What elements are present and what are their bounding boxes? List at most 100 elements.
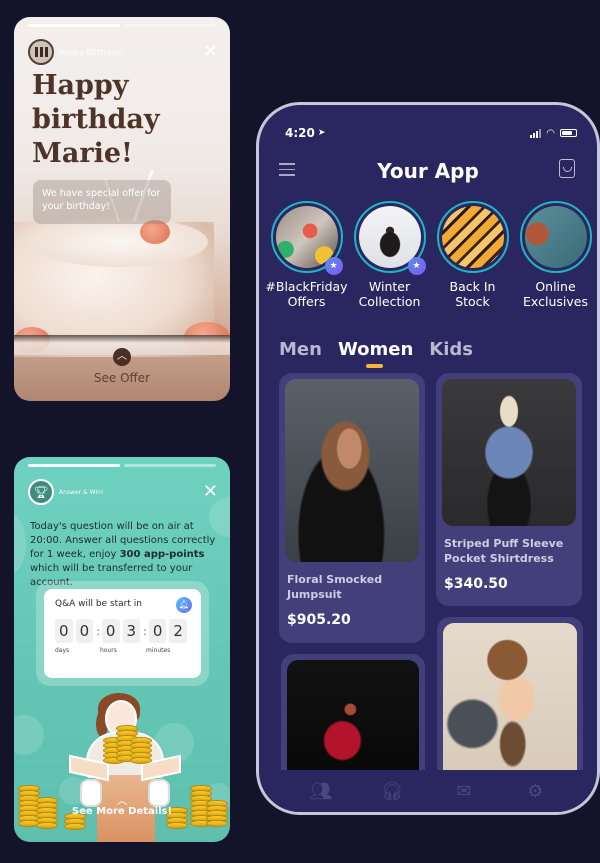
story-label: #BlackFriday Offers — [265, 279, 348, 309]
close-icon[interactable]: ✕ — [203, 43, 218, 61]
see-more-details-button[interactable]: ︿ See More Details! — [14, 795, 230, 817]
product-image — [442, 379, 576, 526]
category-tabs: Men Women Kids — [279, 339, 489, 368]
story-label-line: Exclusives — [523, 294, 588, 309]
story-avatar[interactable] — [28, 39, 54, 65]
app-title: Your App — [377, 159, 479, 183]
wifi-icon: ◠ — [546, 127, 555, 139]
story-label-line: #BlackFriday — [265, 279, 348, 294]
shopping-bag-icon[interactable] — [559, 159, 575, 178]
status-icons: ◠ — [530, 128, 577, 139]
see-more-details-label: See More Details! — [71, 806, 173, 817]
story-image — [524, 206, 587, 268]
see-offer-button[interactable]: ︿ See Offer — [14, 348, 230, 385]
coin-stack — [64, 813, 86, 830]
countdown-digits: 0 0 : 0 3 : 0 2 — [55, 619, 190, 643]
tab-kids[interactable]: Kids — [429, 339, 473, 360]
product-image — [443, 623, 577, 777]
story-back-in-stock[interactable]: Back In Stock — [431, 201, 514, 309]
product-card[interactable]: Striped Puff Sleeve Pocket Shirtdress $34… — [436, 373, 582, 606]
story-header: happy Birthday! ✕ — [28, 39, 218, 65]
bubble-decoration — [14, 514, 26, 574]
story-winter-collection[interactable]: ★ Winter Collection — [348, 201, 431, 309]
qa-story-card[interactable]: 🏆︎ Answer & Win! ✕ Today's question will… — [14, 457, 230, 842]
birthday-story-card[interactable]: happy Birthday! ✕ Happy birthday Marie! … — [14, 17, 230, 401]
story-label: Online Exclusives — [514, 279, 597, 309]
tab-men[interactable]: Men — [279, 339, 322, 360]
days-digit: 0 — [55, 619, 73, 643]
story-progress — [28, 464, 216, 467]
story-image — [441, 206, 504, 268]
status-time: 4:20 — [285, 126, 315, 140]
story-label-line: Collection — [358, 294, 421, 309]
progress-segment — [124, 24, 216, 27]
status-bar: 4:20 ➤ ◠ — [285, 125, 577, 141]
trophy-icon: 🏆︎ — [33, 485, 49, 499]
story-progress — [28, 24, 216, 27]
star-badge-icon: ★ — [324, 257, 343, 275]
bubble-decoration — [14, 715, 44, 755]
minutes-digit: 2 — [169, 619, 187, 643]
story-label-line: Online — [535, 279, 576, 294]
separator: : — [143, 624, 147, 638]
story-account-name: happy Birthday! — [59, 47, 124, 57]
story-title: Happy birthday Marie! — [32, 70, 160, 169]
story-ring: ★ — [270, 201, 343, 275]
progress-segment — [124, 464, 216, 467]
product-name-line: Floral Smocked — [287, 573, 383, 586]
users-icon[interactable]: 👥︎ — [307, 781, 335, 802]
hours-digit: 0 — [101, 619, 120, 643]
menu-icon[interactable] — [279, 163, 295, 180]
story-ring: ★ — [353, 201, 426, 275]
product-card[interactable] — [437, 617, 583, 777]
product-image — [287, 660, 419, 777]
countdown-labels: days hours minutes — [55, 647, 190, 654]
bell-icon[interactable]: 🔔︎ — [176, 597, 192, 613]
signal-icon — [530, 128, 542, 138]
days-label: days — [55, 647, 70, 654]
chevron-up-icon: ︿ — [113, 348, 131, 366]
hours-label: hours — [100, 647, 117, 654]
product-image — [285, 379, 419, 562]
countdown-title: Q&A will be start in — [55, 599, 142, 609]
product-name: Striped Puff Sleeve Pocket Shirtdress — [444, 536, 574, 566]
minutes-digit: 0 — [148, 619, 167, 643]
story-label-line: Stock — [455, 294, 490, 309]
product-price: $340.50 — [444, 576, 508, 592]
story-avatar[interactable]: 🏆︎ — [28, 479, 54, 505]
story-blackfriday[interactable]: ★ #BlackFriday Offers — [265, 201, 348, 309]
minutes-label: minutes — [146, 647, 171, 654]
battery-icon — [560, 129, 577, 137]
mail-icon[interactable]: ✉ — [450, 781, 478, 802]
location-arrow-icon: ➤ — [317, 128, 326, 138]
story-label: Winter Collection — [348, 279, 431, 309]
product-grid: Floral Smocked Jumpsuit $905.20 Striped P… — [279, 373, 585, 777]
product-price: $905.20 — [287, 612, 351, 628]
cake-logo-icon — [34, 47, 48, 57]
story-online-exclusives[interactable]: Online Exclusives — [514, 201, 597, 309]
countdown-card: Q&A will be start in 🔔︎ 0 0 : 0 3 : 0 2 … — [44, 589, 201, 678]
tab-women[interactable]: Women — [338, 339, 413, 368]
story-ring — [519, 201, 592, 273]
close-icon[interactable]: ✕ — [203, 483, 218, 501]
see-offer-label: See Offer — [93, 371, 151, 385]
product-name-line: Pocket Shirtdress — [444, 552, 554, 565]
story-ring — [436, 201, 509, 273]
story-label-line: Winter — [368, 279, 411, 294]
product-card[interactable]: Floral Smocked Jumpsuit $905.20 — [279, 373, 425, 643]
qa-text-points: 300 app-points — [119, 549, 205, 560]
settings-icon[interactable]: ⚙ — [521, 781, 549, 802]
story-label: Back In Stock — [431, 279, 514, 309]
product-name-line: Jumpsuit — [287, 588, 342, 601]
story-label-line: Back In — [449, 279, 496, 294]
headset-icon[interactable]: 🎧︎ — [378, 781, 406, 802]
story-header: 🏆︎ Answer & Win! ✕ — [28, 479, 218, 505]
story-account-name: Answer & Win! — [59, 488, 104, 496]
story-highlights: ★ #BlackFriday Offers ★ Winter Collection … — [265, 201, 597, 309]
star-badge-icon: ★ — [407, 257, 426, 275]
product-name-line: Striped Puff Sleeve — [444, 537, 564, 550]
phone-mockup: 4:20 ➤ ◠ Your App ★ #BlackFriday Offers ★… — [256, 102, 600, 815]
cake-top-decoration — [28, 217, 208, 267]
product-card[interactable] — [281, 654, 425, 777]
separator: : — [96, 624, 100, 638]
